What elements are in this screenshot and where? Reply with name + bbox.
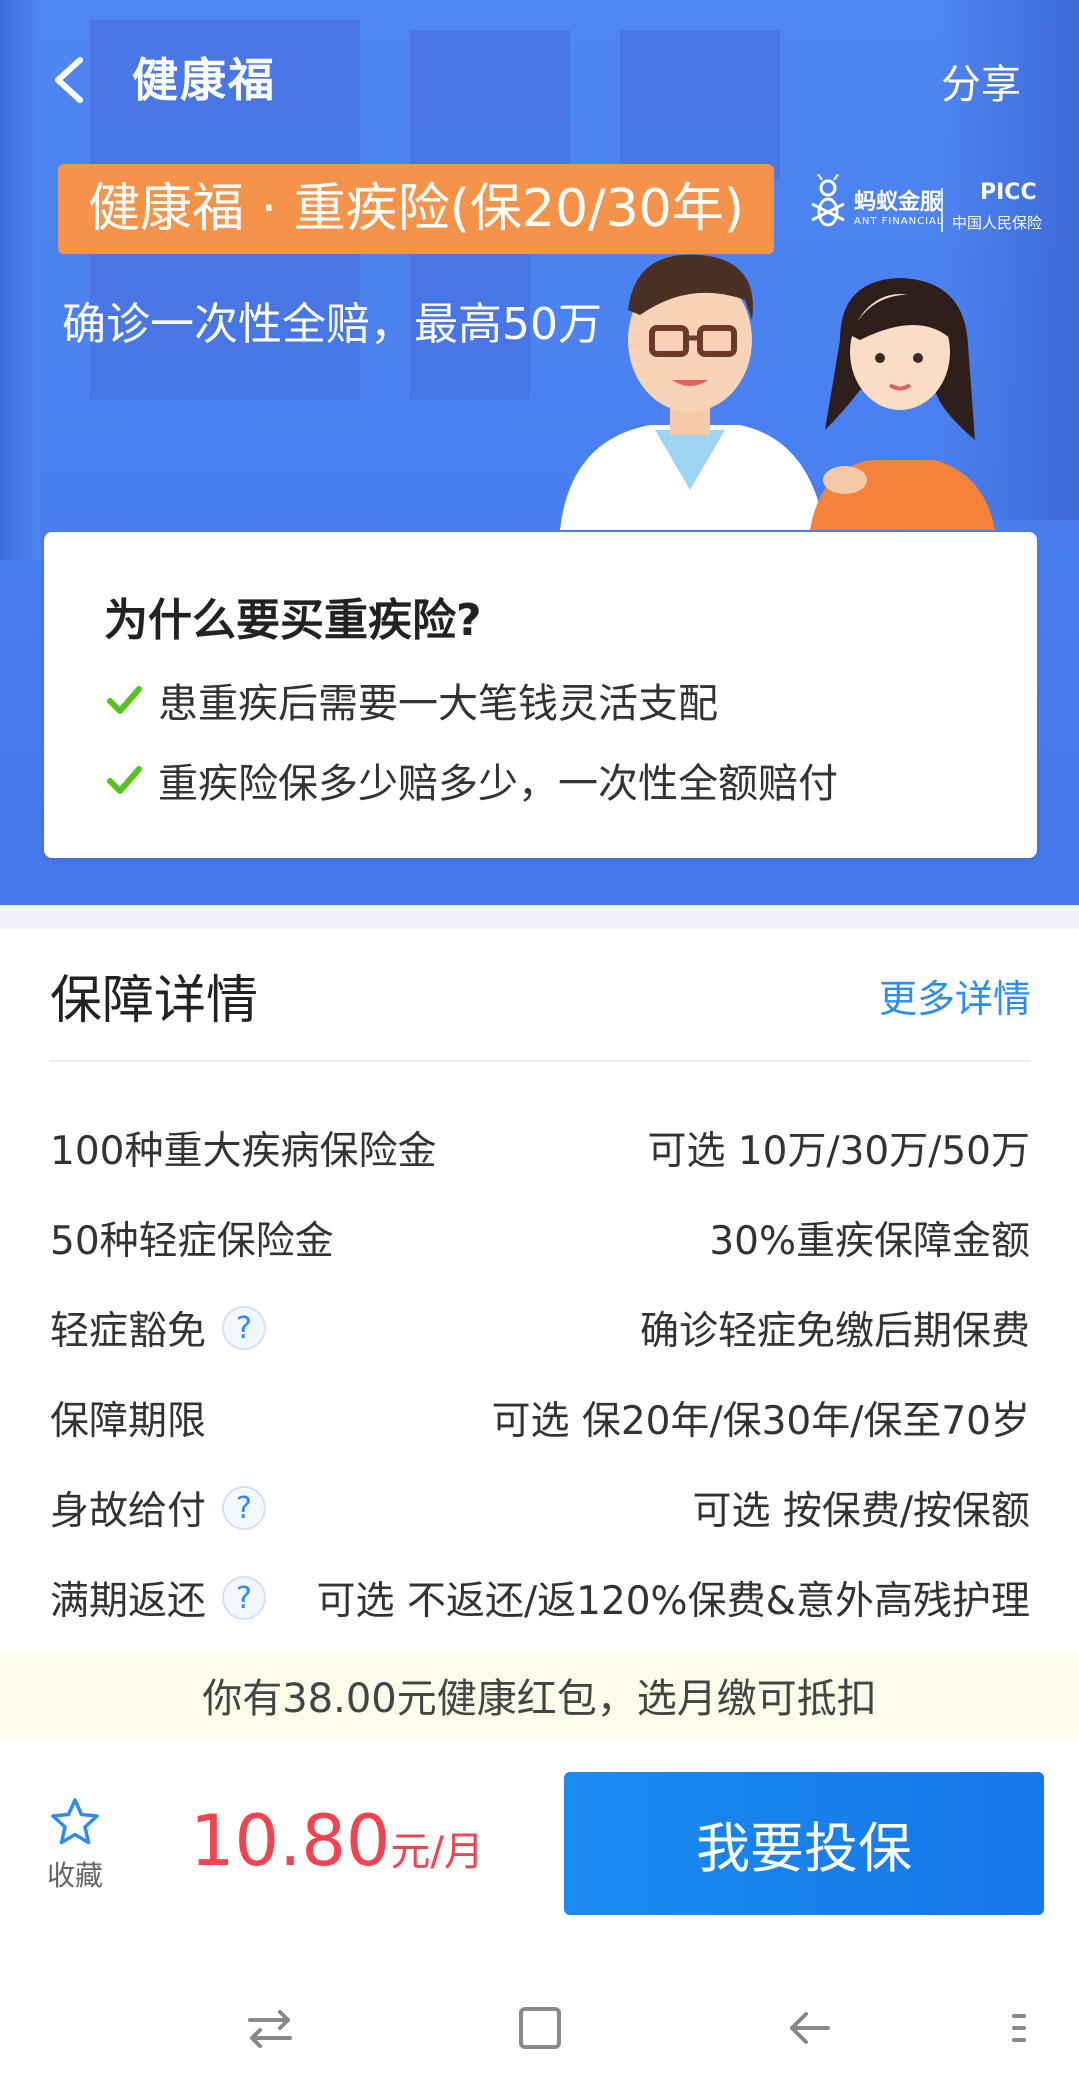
back-arrow-icon	[790, 2012, 830, 2044]
chevron-left-icon	[55, 57, 83, 103]
recent-apps-button[interactable]	[242, 2000, 298, 2056]
curtain-left-decoration	[0, 0, 40, 560]
logo-divider	[941, 188, 943, 232]
coverage-value: 确诊轻症免缴后期保费	[639, 1309, 1030, 1354]
coverage-row: 100种重大疾病保险金 可选 10万/30万/50万	[50, 1118, 1030, 1178]
hero-banner: 健康福 分享 健康福 · 重疾险(保20/30年) 蚂蚁金服 ANT FINAN…	[0, 0, 1079, 905]
coverage-row: 身故给付 ? 可选 按保费/按保额	[50, 1478, 1030, 1538]
coverage-row: 轻症豁免 ? 确诊轻症免缴后期保费	[50, 1298, 1030, 1358]
divider	[50, 1060, 1030, 1062]
menu-icon	[1012, 2014, 1026, 2042]
coverage-value: 可选 不返还/返120%保费&意外高残护理	[316, 1579, 1030, 1624]
back-button[interactable]	[46, 52, 96, 108]
ant-logo-icon	[811, 174, 845, 227]
coverage-value: 可选 10万/30万/50万	[647, 1129, 1030, 1174]
coverage-row: 50种轻症保险金 30%重疾保障金额	[50, 1208, 1030, 1268]
menu-button[interactable]	[1004, 2000, 1034, 2056]
favorite-label: 收藏	[46, 1859, 103, 1892]
coverage-label: 身故给付	[50, 1489, 207, 1534]
coverage-label: 50种轻症保险金	[50, 1219, 334, 1264]
coverage-label-wrap: 轻症豁免 ?	[50, 1300, 267, 1356]
why-buy-card: 为什么要买重疾险? 患重疾后需要一大笔钱灵活支配 重疾险保多少赔多少，一次性全额…	[44, 532, 1037, 858]
why-buy-item-text: 重疾险保多少赔多少，一次性全额赔付	[158, 761, 838, 807]
app-logo-title: 健康福	[132, 53, 276, 107]
why-buy-item: 患重疾后需要一大笔钱灵活支配	[104, 672, 718, 728]
ant-financial-logo-text: 蚂蚁金服	[854, 190, 943, 215]
coverage-label-wrap: 满期返还 ?	[50, 1570, 267, 1626]
price-amount: 10.80	[190, 1800, 391, 1882]
coverage-label: 保障期限	[50, 1399, 207, 1444]
system-back-button[interactable]	[782, 2000, 838, 2056]
price-unit: 元/月	[390, 1829, 484, 1875]
check-icon	[107, 766, 142, 794]
hero-subtitle: 确诊一次性全赔，最高50万	[62, 299, 602, 350]
red-packet-banner: 你有38.00元健康红包，选月缴可抵扣	[0, 1652, 1079, 1738]
favorite-button[interactable]: 收藏	[40, 1796, 110, 1894]
window-pane-decoration	[410, 30, 570, 180]
coverage-details-title: 保障详情	[50, 971, 259, 1031]
coverage-row: 保障期限 可选 保20年/保30年/保至70岁	[50, 1388, 1030, 1448]
coverage-label: 100种重大疾病保险金	[50, 1129, 437, 1174]
home-square-icon	[519, 2007, 561, 2049]
why-buy-title: 为什么要买重疾险?	[104, 595, 482, 646]
question-icon[interactable]: ?	[222, 1306, 267, 1350]
buy-insurance-button[interactable]: 我要投保	[564, 1772, 1044, 1915]
partner-logos: 蚂蚁金服 ANT FINANCIAL PICC 中国人民保险	[808, 170, 1068, 250]
check-icon	[107, 686, 142, 714]
system-nav-bar	[0, 1960, 1079, 2096]
section-gap	[0, 905, 1079, 929]
home-button[interactable]	[512, 2000, 568, 2056]
question-icon[interactable]: ?	[222, 1576, 267, 1620]
coverage-label: 满期返还	[50, 1579, 207, 1624]
more-details-link[interactable]: 更多详情	[879, 968, 1031, 1023]
picc-logo-text: PICC	[980, 180, 1037, 205]
coverage-value: 30%重疾保障金额	[709, 1219, 1030, 1264]
coverage-row: 满期返还 ? 可选 不返还/返120%保费&意外高残护理	[50, 1568, 1030, 1628]
picc-logo-cn: 中国人民保险	[952, 214, 1043, 232]
why-buy-item-text: 患重疾后需要一大笔钱灵活支配	[158, 681, 718, 727]
coverage-value: 可选 按保费/按保额	[692, 1489, 1030, 1534]
share-button[interactable]: 分享	[941, 52, 1021, 110]
coverage-label: 轻症豁免	[50, 1309, 207, 1354]
couple-illustration	[560, 254, 995, 530]
ant-financial-logo-en: ANT FINANCIAL	[854, 216, 944, 227]
swap-icon	[248, 2010, 292, 2048]
coverage-value: 可选 保20年/保30年/保至70岁	[491, 1399, 1030, 1444]
price-display: 10.80元/月	[190, 1800, 484, 1882]
window-pane-decoration	[620, 30, 780, 180]
coverage-label-wrap: 身故给付 ?	[50, 1480, 267, 1536]
question-icon[interactable]: ?	[222, 1486, 267, 1530]
star-icon	[51, 1798, 99, 1845]
why-buy-item: 重疾险保多少赔多少，一次性全额赔付	[104, 752, 838, 808]
